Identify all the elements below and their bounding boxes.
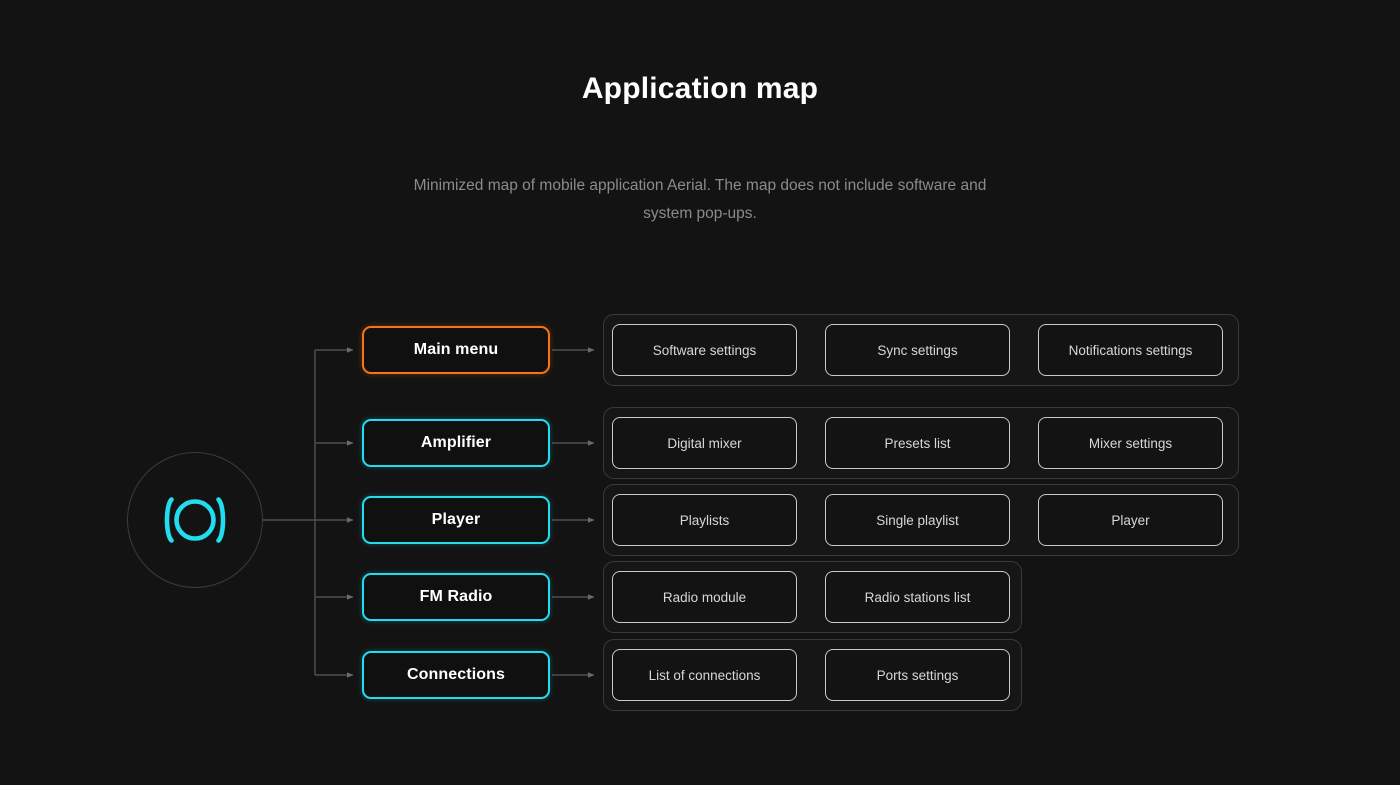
subnode-radio-module[interactable]: Radio module	[612, 571, 797, 623]
subnode-label: Sync settings	[877, 342, 958, 358]
app-logo-circle[interactable]	[127, 452, 263, 588]
subnode-label: List of connections	[648, 667, 761, 683]
subnode-digital-mixer[interactable]: Digital mixer	[612, 417, 797, 469]
node-label: Connections	[407, 666, 505, 683]
node-label: Main menu	[413, 341, 499, 358]
subnode-notifications-settings[interactable]: Notifications settings	[1038, 324, 1223, 376]
subnode-label: Single playlist	[876, 512, 959, 528]
node-amplifier[interactable]: Amplifier	[362, 419, 550, 467]
subnode-label: Player	[1111, 512, 1150, 528]
application-map-diagram: Main menu Amplifier Player FM Radio Conn…	[0, 0, 1400, 785]
node-fm-radio[interactable]: FM Radio	[362, 573, 550, 621]
node-label: Amplifier	[420, 434, 492, 451]
subnode-label: Notifications settings	[1068, 342, 1193, 358]
subnode-playlists[interactable]: Playlists	[612, 494, 797, 546]
node-player[interactable]: Player	[362, 496, 550, 544]
application-map-page: Application map Minimized map of mobile …	[0, 0, 1400, 785]
subnode-label: Ports settings	[876, 667, 959, 683]
subnode-mixer-settings[interactable]: Mixer settings	[1038, 417, 1223, 469]
subnode-label: Mixer settings	[1088, 435, 1173, 451]
node-label: Player	[431, 511, 481, 528]
subnode-label: Playlists	[679, 512, 730, 528]
subnode-software-settings[interactable]: Software settings	[612, 324, 797, 376]
group-connections: List of connections Ports settings	[603, 639, 1022, 711]
subnode-ports-settings[interactable]: Ports settings	[825, 649, 1010, 701]
group-player: Playlists Single playlist Player	[603, 484, 1239, 556]
node-label: FM Radio	[419, 588, 493, 605]
group-main-menu: Software settings Sync settings Notifica…	[603, 314, 1239, 386]
subnode-label: Presets list	[884, 435, 951, 451]
subnode-single-playlist[interactable]: Single playlist	[825, 494, 1010, 546]
subnode-sync-settings[interactable]: Sync settings	[825, 324, 1010, 376]
subnode-radio-stations-list[interactable]: Radio stations list	[825, 571, 1010, 623]
subnode-label: Digital mixer	[667, 435, 742, 451]
subnode-list-of-connections[interactable]: List of connections	[612, 649, 797, 701]
subnode-label: Software settings	[652, 342, 757, 358]
subnode-player[interactable]: Player	[1038, 494, 1223, 546]
subnode-presets-list[interactable]: Presets list	[825, 417, 1010, 469]
subnode-label: Radio stations list	[864, 589, 971, 605]
aerial-logo-icon	[164, 497, 226, 543]
group-amplifier: Digital mixer Presets list Mixer setting…	[603, 407, 1239, 479]
subnode-label: Radio module	[662, 589, 747, 605]
node-connections[interactable]: Connections	[362, 651, 550, 699]
group-fm-radio: Radio module Radio stations list	[603, 561, 1022, 633]
node-main-menu[interactable]: Main menu	[362, 326, 550, 374]
